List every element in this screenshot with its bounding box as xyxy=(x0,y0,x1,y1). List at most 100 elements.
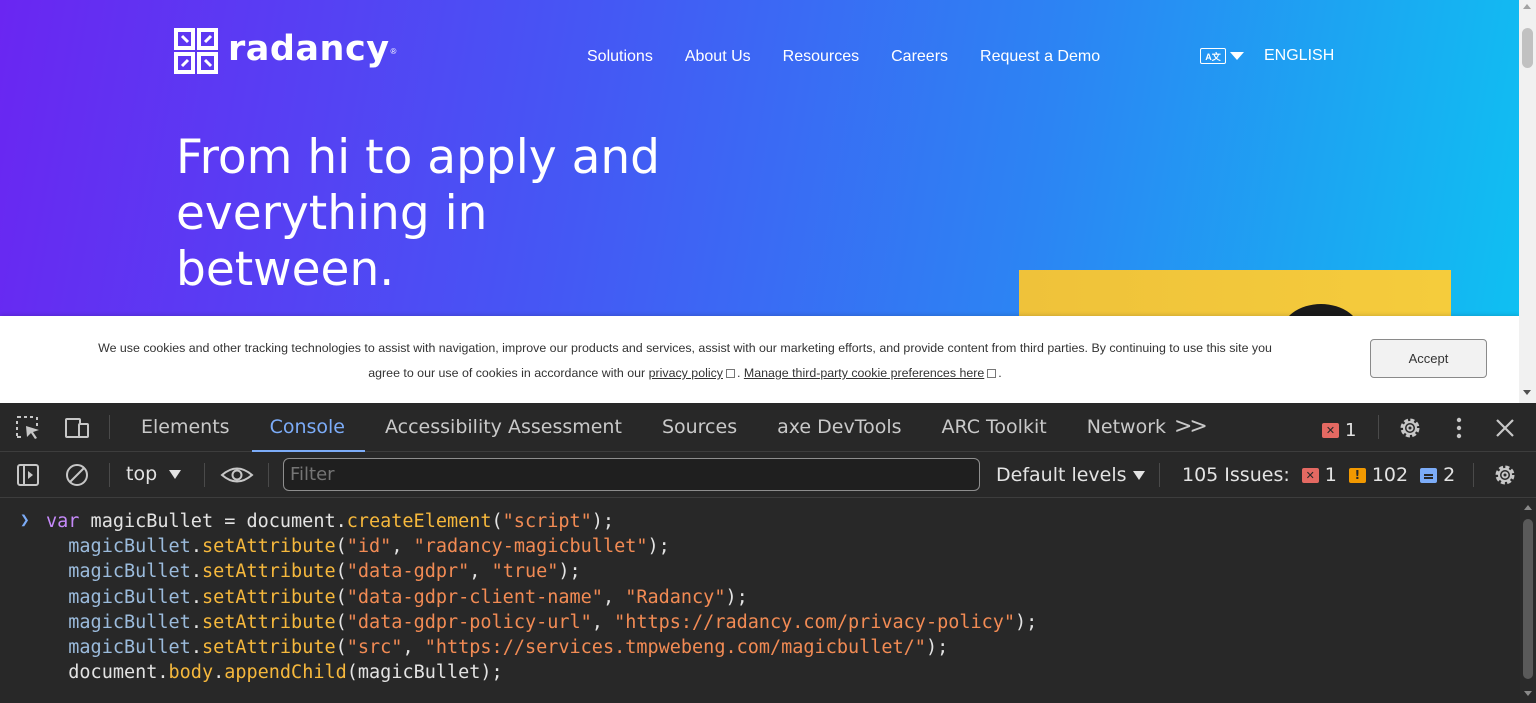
toolbar-separator xyxy=(204,463,205,487)
registered-mark: ® xyxy=(390,46,397,56)
issues-info-count: 2 xyxy=(1443,464,1456,486)
code-line: magicBullet.setAttribute("id", "radancy-… xyxy=(68,536,670,558)
context-label: top xyxy=(126,463,158,485)
person-silhouette xyxy=(1281,304,1361,316)
scroll-down-arrow-icon[interactable] xyxy=(1523,390,1531,395)
sidebar-toggle-icon[interactable] xyxy=(15,462,41,488)
scroll-down-arrow-icon[interactable] xyxy=(1524,691,1532,696)
dropdown-caret-icon xyxy=(169,469,182,479)
external-link-icon xyxy=(725,369,735,378)
devtools-tabbar: Elements Console Accessibility Assessmen… xyxy=(0,403,1536,452)
cookie-separator: . xyxy=(736,366,741,380)
privacy-policy-link[interactable]: privacy policy xyxy=(649,366,723,380)
scroll-up-arrow-icon[interactable] xyxy=(1524,505,1532,510)
tab-separator xyxy=(1378,415,1379,439)
tab-elements[interactable]: Elements xyxy=(141,403,230,452)
nav-solutions[interactable]: Solutions xyxy=(587,48,653,66)
hero-section: radancy ® Solutions About Us Resources Ca… xyxy=(0,0,1519,316)
headline-line-2: everything in xyxy=(176,186,488,241)
accept-cookies-button[interactable]: Accept xyxy=(1370,339,1487,378)
devtools-panel: Elements Console Accessibility Assessmen… xyxy=(0,403,1536,703)
headline-line-3: between. xyxy=(176,242,395,297)
console-filter-input[interactable] xyxy=(283,458,980,491)
code-line: magicBullet.setAttribute("data-gdpr-poli… xyxy=(68,611,1038,633)
radancy-logo-icon xyxy=(174,28,218,74)
external-link-icon xyxy=(987,369,997,378)
language-label: ENGLISH xyxy=(1264,47,1335,64)
brand-logo[interactable]: radancy ® xyxy=(174,28,396,74)
language-selector[interactable]: A文 ENGLISH xyxy=(1200,47,1334,65)
chevron-down-icon xyxy=(1230,52,1244,60)
translate-icon: A文 xyxy=(1200,48,1226,64)
code-line: magicBullet.setAttribute("data-gdpr", "t… xyxy=(68,561,581,583)
toolbar-separator xyxy=(109,463,110,487)
cookie-message: We use cookies and other tracking techno… xyxy=(40,336,1330,386)
brand-name: radancy xyxy=(228,29,390,69)
issues-errors: ✕ 1 xyxy=(1301,464,1337,486)
nav-request-demo[interactable]: Request a Demo xyxy=(980,48,1100,66)
cookie-text-line-1: We use cookies and other tracking techno… xyxy=(98,341,1272,355)
hero-headline: From hi to apply and everything in betwe… xyxy=(176,130,696,298)
issues-warnings: ! 102 xyxy=(1348,464,1409,486)
toolbar-separator xyxy=(1473,463,1474,487)
tab-axe-devtools[interactable]: axe DevTools xyxy=(777,403,901,452)
nav-about-us[interactable]: About Us xyxy=(685,48,751,66)
tab-arc-toolkit[interactable]: ARC Toolkit xyxy=(942,403,1047,452)
cookie-text-line-2: agree to our use of cookies in accordanc… xyxy=(368,366,646,380)
tab-console[interactable]: Console xyxy=(251,403,366,452)
dropdown-caret-icon xyxy=(1132,470,1145,480)
toolbar-separator xyxy=(268,463,269,487)
more-options-icon[interactable] xyxy=(1446,415,1472,441)
error-count-badge[interactable]: ✕ 1 xyxy=(1322,420,1356,441)
console-code[interactable]: var magicBullet = document.createElement… xyxy=(46,509,1037,685)
error-icon: ✕ xyxy=(1322,423,1339,438)
issues-counter[interactable]: 105 Issues: ✕ 1 ! 102 2 xyxy=(1182,464,1455,486)
website-viewport: radancy ® Solutions About Us Resources Ca… xyxy=(0,0,1536,403)
issues-error-count: 1 xyxy=(1324,464,1337,486)
headline-line-1: From hi to apply and xyxy=(176,130,660,185)
main-nav: Solutions About Us Resources Careers Req… xyxy=(587,48,1132,66)
issues-label: 105 Issues: xyxy=(1182,464,1290,486)
nav-resources[interactable]: Resources xyxy=(783,48,859,66)
more-tabs-icon[interactable]: >> xyxy=(1174,414,1208,439)
nav-careers[interactable]: Careers xyxy=(891,48,948,66)
settings-gear-icon[interactable] xyxy=(1397,415,1423,441)
console-output[interactable]: ❯ var magicBullet = document.createEleme… xyxy=(0,499,1520,703)
issues-warning-count: 102 xyxy=(1371,464,1409,486)
prompt-chevron-icon: ❯ xyxy=(20,510,30,529)
manage-cookies-link[interactable]: Manage third-party cookie preferences he… xyxy=(744,366,984,380)
devtools-tabs: Elements Console Accessibility Assessmen… xyxy=(141,403,1206,452)
close-icon[interactable] xyxy=(1492,415,1518,441)
scroll-up-arrow-icon[interactable] xyxy=(1523,4,1531,9)
tab-sources[interactable]: Sources xyxy=(662,403,737,452)
clear-console-icon[interactable] xyxy=(64,462,90,488)
log-levels-label: Default levels xyxy=(996,464,1127,486)
warning-icon: ! xyxy=(1348,467,1366,483)
tab-separator xyxy=(109,415,110,439)
inspect-element-icon[interactable] xyxy=(15,415,41,441)
hero-image xyxy=(1019,270,1451,316)
console-scrollbar[interactable] xyxy=(1520,499,1536,703)
cookie-end: . xyxy=(998,366,1002,380)
console-toolbar: top Default levels 105 Issues: ✕1 !102 2 xyxy=(0,452,1536,498)
code-line: document.body.appendChild(magicBullet); xyxy=(46,662,503,684)
cookie-banner: We use cookies and other tracking techno… xyxy=(0,316,1519,403)
error-icon: ✕ xyxy=(1301,467,1319,483)
page-scrollbar[interactable] xyxy=(1519,0,1536,403)
issues-info: 2 xyxy=(1420,464,1455,486)
toolbar-separator xyxy=(1159,463,1160,487)
log-levels-dropdown[interactable]: Default levels xyxy=(996,464,1145,486)
code-line: var magicBullet = document.createElement… xyxy=(46,511,615,532)
console-settings-gear-icon[interactable] xyxy=(1492,462,1518,488)
code-line: magicBullet.setAttribute("src", "https:/… xyxy=(68,637,949,659)
error-count: 1 xyxy=(1345,420,1357,441)
code-line: magicBullet.setAttribute("data-gdpr-clie… xyxy=(68,586,748,608)
context-selector[interactable]: top xyxy=(126,463,182,485)
info-message-icon xyxy=(1420,467,1438,483)
tab-network[interactable]: Network xyxy=(1087,403,1166,452)
tab-accessibility-assessment[interactable]: Accessibility Assessment xyxy=(385,403,622,452)
scrollbar-thumb[interactable] xyxy=(1523,519,1533,679)
device-toolbar-icon[interactable] xyxy=(64,415,90,441)
live-expression-eye-icon[interactable] xyxy=(220,462,254,488)
scrollbar-thumb[interactable] xyxy=(1522,28,1533,68)
